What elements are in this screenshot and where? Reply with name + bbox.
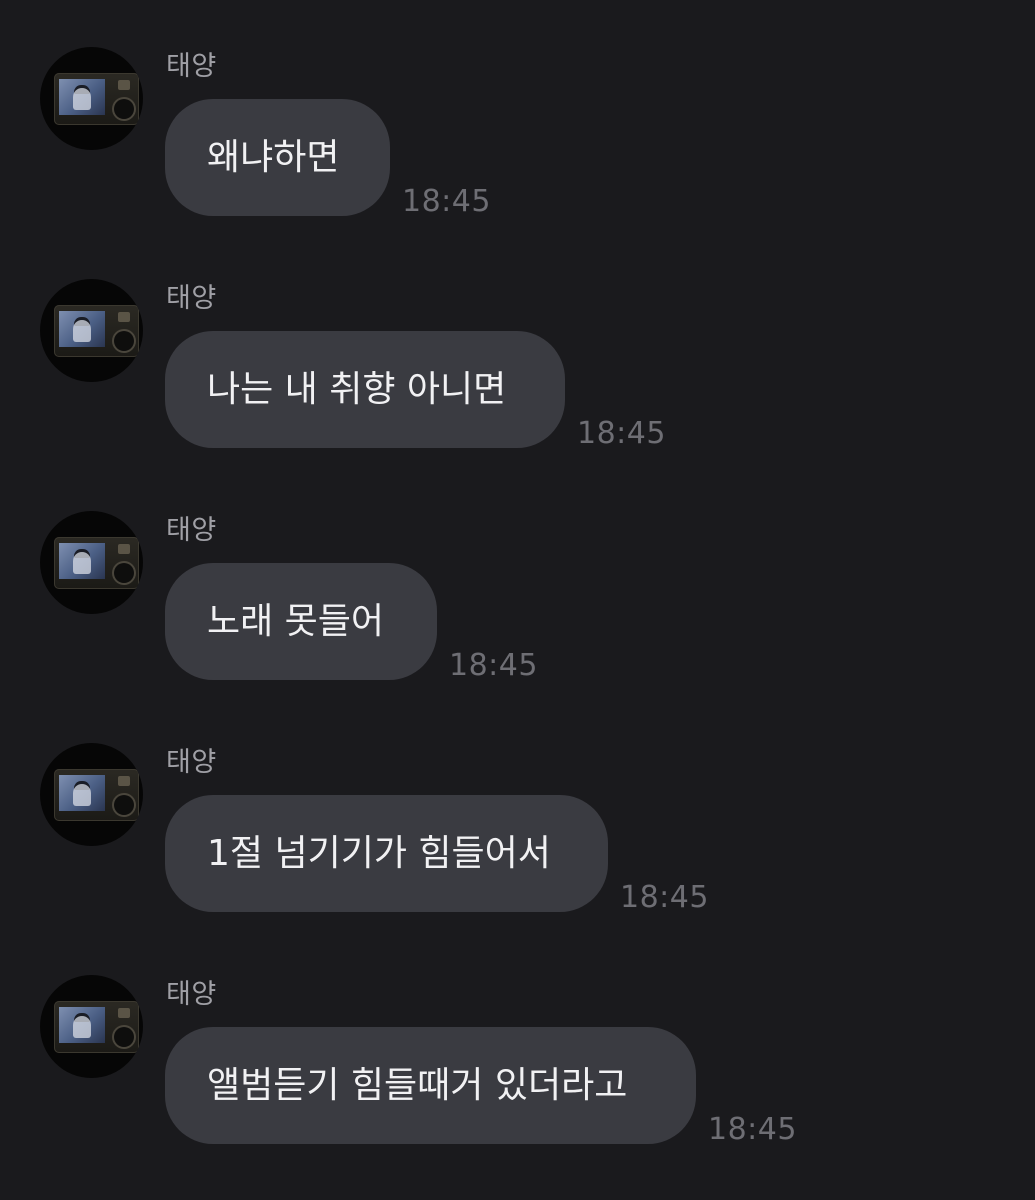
sender-name: 태양 bbox=[166, 979, 217, 1010]
message-timestamp: 18:45 bbox=[708, 1112, 797, 1147]
chat-message: 태양 왜냐하면 18:45 bbox=[0, 47, 1035, 247]
avatar[interactable] bbox=[40, 743, 143, 846]
avatar[interactable] bbox=[40, 47, 143, 150]
message-timestamp: 18:45 bbox=[449, 648, 538, 683]
sender-name: 태양 bbox=[166, 515, 217, 546]
sender-name: 태양 bbox=[166, 747, 217, 778]
avatar[interactable] bbox=[40, 511, 143, 614]
message-bubble[interactable]: 노래 못들어 bbox=[165, 563, 437, 680]
chat-message-list[interactable]: 태양 왜냐하면 18:45 태양 나는 내 취향 아니면 18:45 태양 노래… bbox=[0, 0, 1035, 1200]
message-bubble[interactable]: 1절 넘기기가 힘들어서 bbox=[165, 795, 608, 912]
message-bubble[interactable]: 앨범듣기 힘들때거 있더라고 bbox=[165, 1027, 696, 1144]
message-bubble[interactable]: 왜냐하면 bbox=[165, 99, 390, 216]
message-bubble[interactable]: 나는 내 취향 아니면 bbox=[165, 331, 565, 448]
message-timestamp: 18:45 bbox=[577, 416, 666, 451]
sender-name: 태양 bbox=[166, 51, 217, 82]
chat-message: 태양 앨범듣기 힘들때거 있더라고 18:45 bbox=[0, 975, 1035, 1175]
avatar[interactable] bbox=[40, 279, 143, 382]
sender-name: 태양 bbox=[166, 283, 217, 314]
chat-message: 태양 노래 못들어 18:45 bbox=[0, 511, 1035, 711]
message-timestamp: 18:45 bbox=[620, 880, 709, 915]
avatar[interactable] bbox=[40, 975, 143, 1078]
message-timestamp: 18:45 bbox=[402, 184, 491, 219]
chat-message: 태양 나는 내 취향 아니면 18:45 bbox=[0, 279, 1035, 479]
chat-message: 태양 1절 넘기기가 힘들어서 18:45 bbox=[0, 743, 1035, 943]
